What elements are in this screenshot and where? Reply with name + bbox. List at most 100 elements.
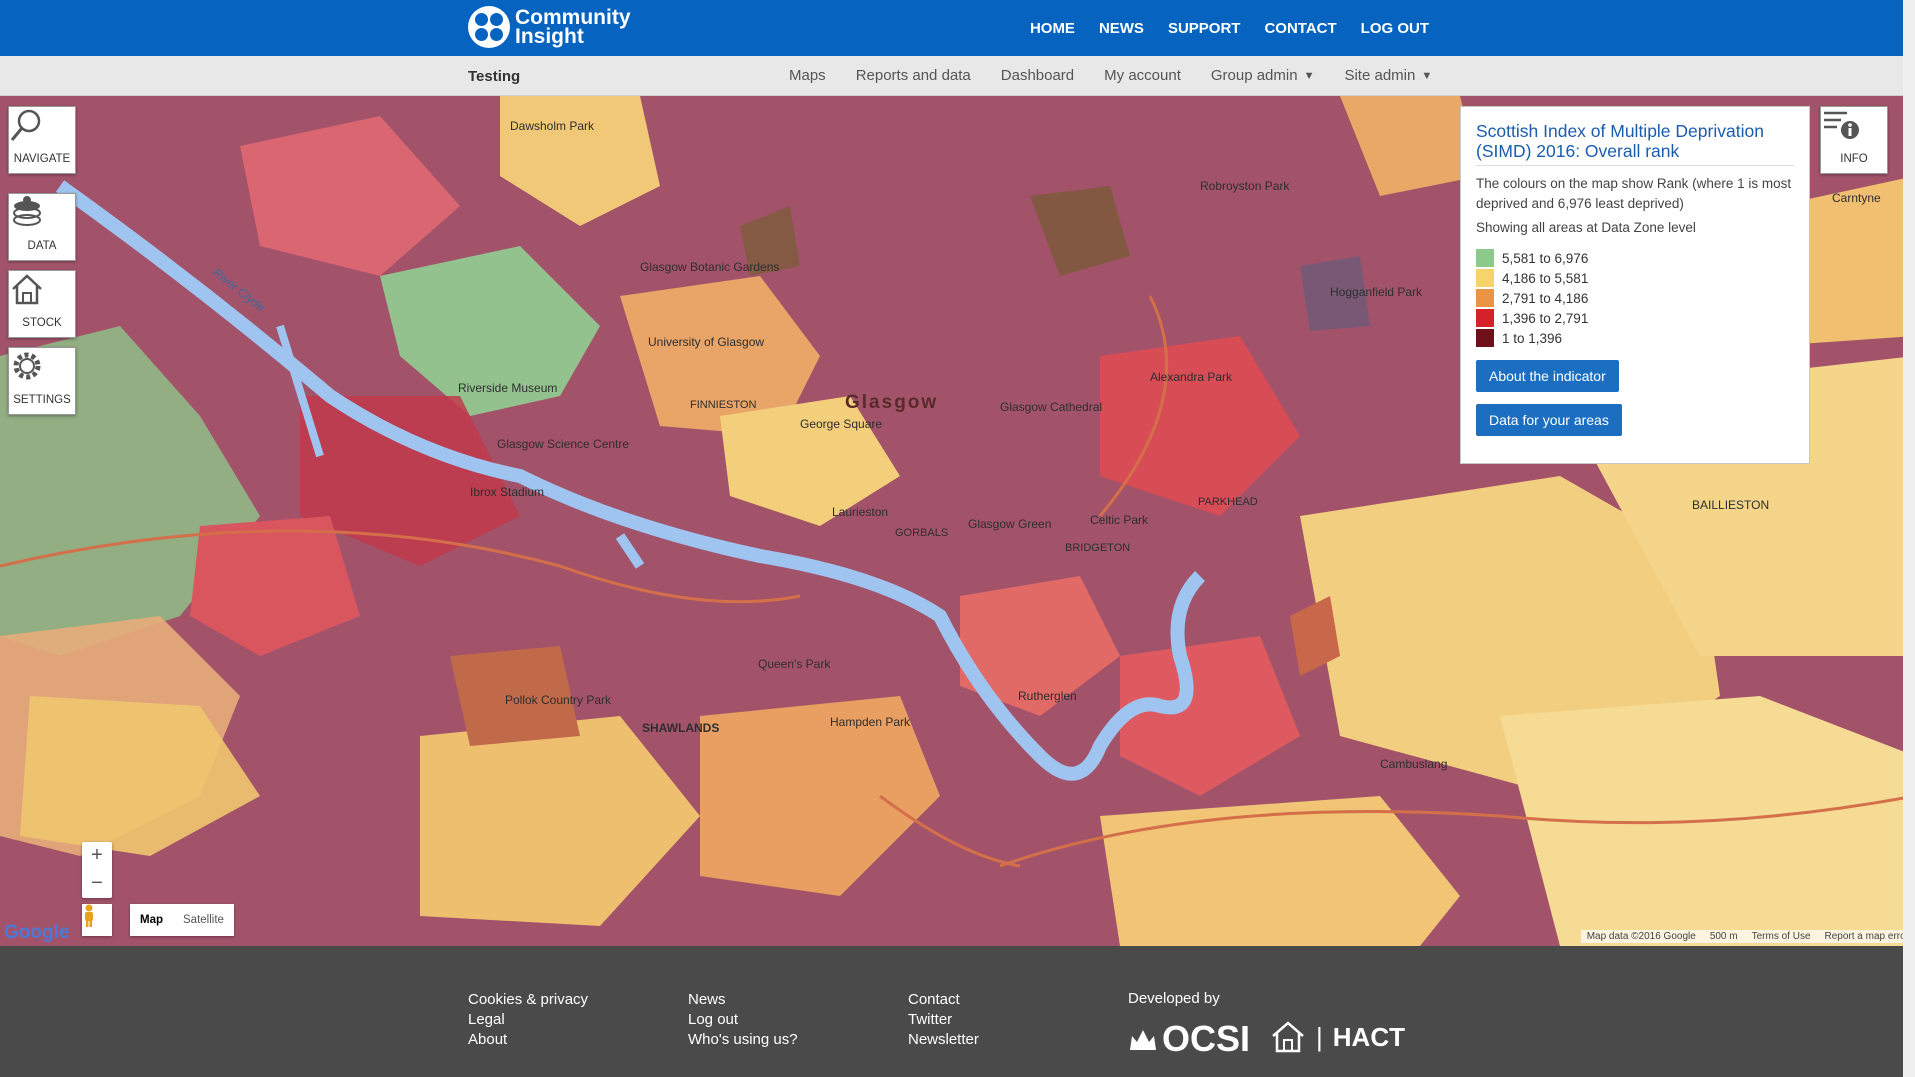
chevron-down-icon: ▼ — [1421, 69, 1433, 82]
map-label: Pollok Country Park — [505, 693, 612, 707]
info-icon — [1824, 111, 1859, 139]
main-nav: HOME NEWS SUPPORT CONTACT LOG OUT — [1030, 0, 1429, 56]
map-label: Cambuslang — [1380, 757, 1447, 771]
hact-logo[interactable]: | HACT — [1270, 1020, 1405, 1054]
map-label: Dawsholm Park — [510, 119, 595, 133]
stock-tool[interactable]: STOCK — [8, 270, 76, 338]
legend-label: 5,581 to 6,976 — [1502, 250, 1589, 266]
layers-icon — [13, 196, 41, 226]
footer-link-about[interactable]: About — [468, 1030, 588, 1050]
map-label: Hampden Park — [830, 715, 911, 729]
footer-link-whos-using[interactable]: Who's using us? — [688, 1030, 798, 1050]
subnav-reports[interactable]: Reports and data — [856, 67, 971, 84]
navigate-tool[interactable]: NAVIGATE — [8, 106, 76, 174]
search-icon — [10, 109, 41, 141]
map-label: Carntyne — [1832, 191, 1881, 205]
legend-item: 2,791 to 4,186 — [1476, 288, 1794, 308]
info-tool[interactable]: INFO — [1820, 106, 1888, 174]
page-footer: Cookies & privacy Legal About News Log o… — [0, 962, 1915, 1077]
map-label: Glasgow Cathedral — [1000, 400, 1102, 414]
legend-swatch — [1476, 269, 1494, 287]
subnav-my-account[interactable]: My account — [1104, 67, 1181, 84]
map-label: Ibrox Stadium — [470, 485, 544, 499]
legend-item: 1,396 to 2,791 — [1476, 308, 1794, 328]
map-city-label: Glasgow — [845, 392, 938, 413]
map-label: Laurieston — [832, 505, 888, 519]
legend-item: 1 to 1,396 — [1476, 328, 1794, 348]
terms-of-use-link[interactable]: Terms of Use — [1752, 931, 1811, 942]
legend-swatch — [1476, 249, 1494, 267]
hact-logo-text: HACT — [1332, 1021, 1405, 1052]
stock-label: STOCK — [22, 317, 62, 329]
nav-support[interactable]: SUPPORT — [1168, 20, 1241, 37]
street-view-pegman[interactable] — [82, 904, 112, 936]
zoom-out-button[interactable]: − — [82, 870, 112, 898]
hact-divider: | — [1316, 1021, 1323, 1052]
google-logo: Google — [4, 922, 69, 944]
nav-logout[interactable]: LOG OUT — [1361, 20, 1429, 37]
indicator-title: Scottish Index of Multiple Deprivation (… — [1476, 121, 1794, 166]
map-label: Glasgow Botanic Gardens — [640, 260, 779, 274]
settings-tool[interactable]: SETTINGS — [8, 347, 76, 415]
subnav-site-admin[interactable]: Site admin ▼ — [1344, 67, 1432, 84]
footer-col-1: Cookies & privacy Legal About — [468, 990, 588, 1050]
subnav-group-admin[interactable]: Group admin ▼ — [1211, 67, 1315, 84]
subnav-dashboard[interactable]: Dashboard — [1001, 67, 1074, 84]
subnav-maps[interactable]: Maps — [789, 67, 826, 84]
nav-home[interactable]: HOME — [1030, 20, 1075, 37]
data-tool[interactable]: DATA — [8, 193, 76, 261]
footer-link-newsletter[interactable]: Newsletter — [908, 1030, 979, 1050]
footer-link-contact[interactable]: Contact — [908, 990, 979, 1010]
legend-item: 5,581 to 6,976 — [1476, 248, 1794, 268]
footer-col-3: Contact Twitter Newsletter — [908, 990, 979, 1050]
about-indicator-button[interactable]: About the indicator — [1476, 360, 1619, 392]
map-label: Glasgow Science Centre — [497, 437, 629, 451]
settings-label: SETTINGS — [13, 394, 71, 406]
map-label: FINNIESTON — [690, 399, 756, 411]
map-legend: 5,581 to 6,976 4,186 to 5,581 2,791 to 4… — [1476, 248, 1794, 348]
info-label: INFO — [1840, 153, 1868, 165]
footer-col-2: News Log out Who's using us? — [688, 990, 798, 1050]
gear-icon — [13, 352, 41, 380]
nav-contact[interactable]: CONTACT — [1264, 20, 1336, 37]
navigate-label: NAVIGATE — [13, 153, 71, 165]
footer-link-legal[interactable]: Legal — [468, 1010, 588, 1030]
footer-link-twitter[interactable]: Twitter — [908, 1010, 979, 1030]
logo-text-line2: Insight — [515, 25, 584, 48]
choropleth-map[interactable]: Glasgow Dawsholm Park University of Glas… — [0, 96, 1915, 946]
nav-news[interactable]: NEWS — [1099, 20, 1144, 37]
top-navbar: Community Insight HOME NEWS SUPPORT CONT… — [0, 0, 1915, 56]
house-icon — [1272, 1021, 1304, 1053]
map-label: Celtic Park — [1090, 513, 1149, 527]
footer-link-logout[interactable]: Log out — [688, 1010, 798, 1030]
map-type-map[interactable]: Map — [130, 904, 173, 936]
map-label: PARKHEAD — [1198, 496, 1258, 508]
map-label: Robroyston Park — [1200, 179, 1290, 193]
community-insight-logo[interactable]: Community Insight — [468, 6, 631, 48]
map-label: George Square — [800, 417, 882, 431]
data-for-areas-button[interactable]: Data for your areas — [1476, 404, 1622, 436]
map-label: Alexandra Park — [1150, 370, 1233, 384]
legend-label: 2,791 to 4,186 — [1502, 290, 1589, 306]
legend-label: 4,186 to 5,581 — [1502, 270, 1589, 286]
map-type-satellite[interactable]: Satellite — [173, 904, 234, 936]
crown-icon — [1130, 1030, 1156, 1050]
zoom-control: + − — [82, 842, 112, 898]
ocsi-logo[interactable]: OCSI — [1128, 1018, 1250, 1060]
zoom-in-button[interactable]: + — [82, 842, 112, 870]
map-data-credit: Map data ©2016 Google — [1586, 931, 1696, 942]
logo-icon — [468, 6, 510, 48]
footer-link-cookies[interactable]: Cookies & privacy — [468, 990, 588, 1010]
page-scrollbar[interactable] — [1903, 0, 1915, 1077]
map-label: BAILLIESTON — [1692, 498, 1769, 512]
map-label: GORBALS — [895, 527, 948, 539]
footer-link-news[interactable]: News — [688, 990, 798, 1010]
map-scale: 500 m — [1709, 931, 1738, 942]
sub-nav: Maps Reports and data Dashboard My accou… — [789, 67, 1432, 84]
data-label: DATA — [27, 240, 57, 252]
report-map-error-link[interactable]: Report a map error — [1825, 931, 1909, 942]
pegman-icon — [85, 904, 93, 927]
map-attribution: Map data ©2016 Google 500 m Terms of Use… — [1580, 930, 1915, 943]
indicator-level: Showing all areas at Data Zone level — [1476, 220, 1696, 235]
map-label: University of Glasgow — [648, 335, 764, 349]
